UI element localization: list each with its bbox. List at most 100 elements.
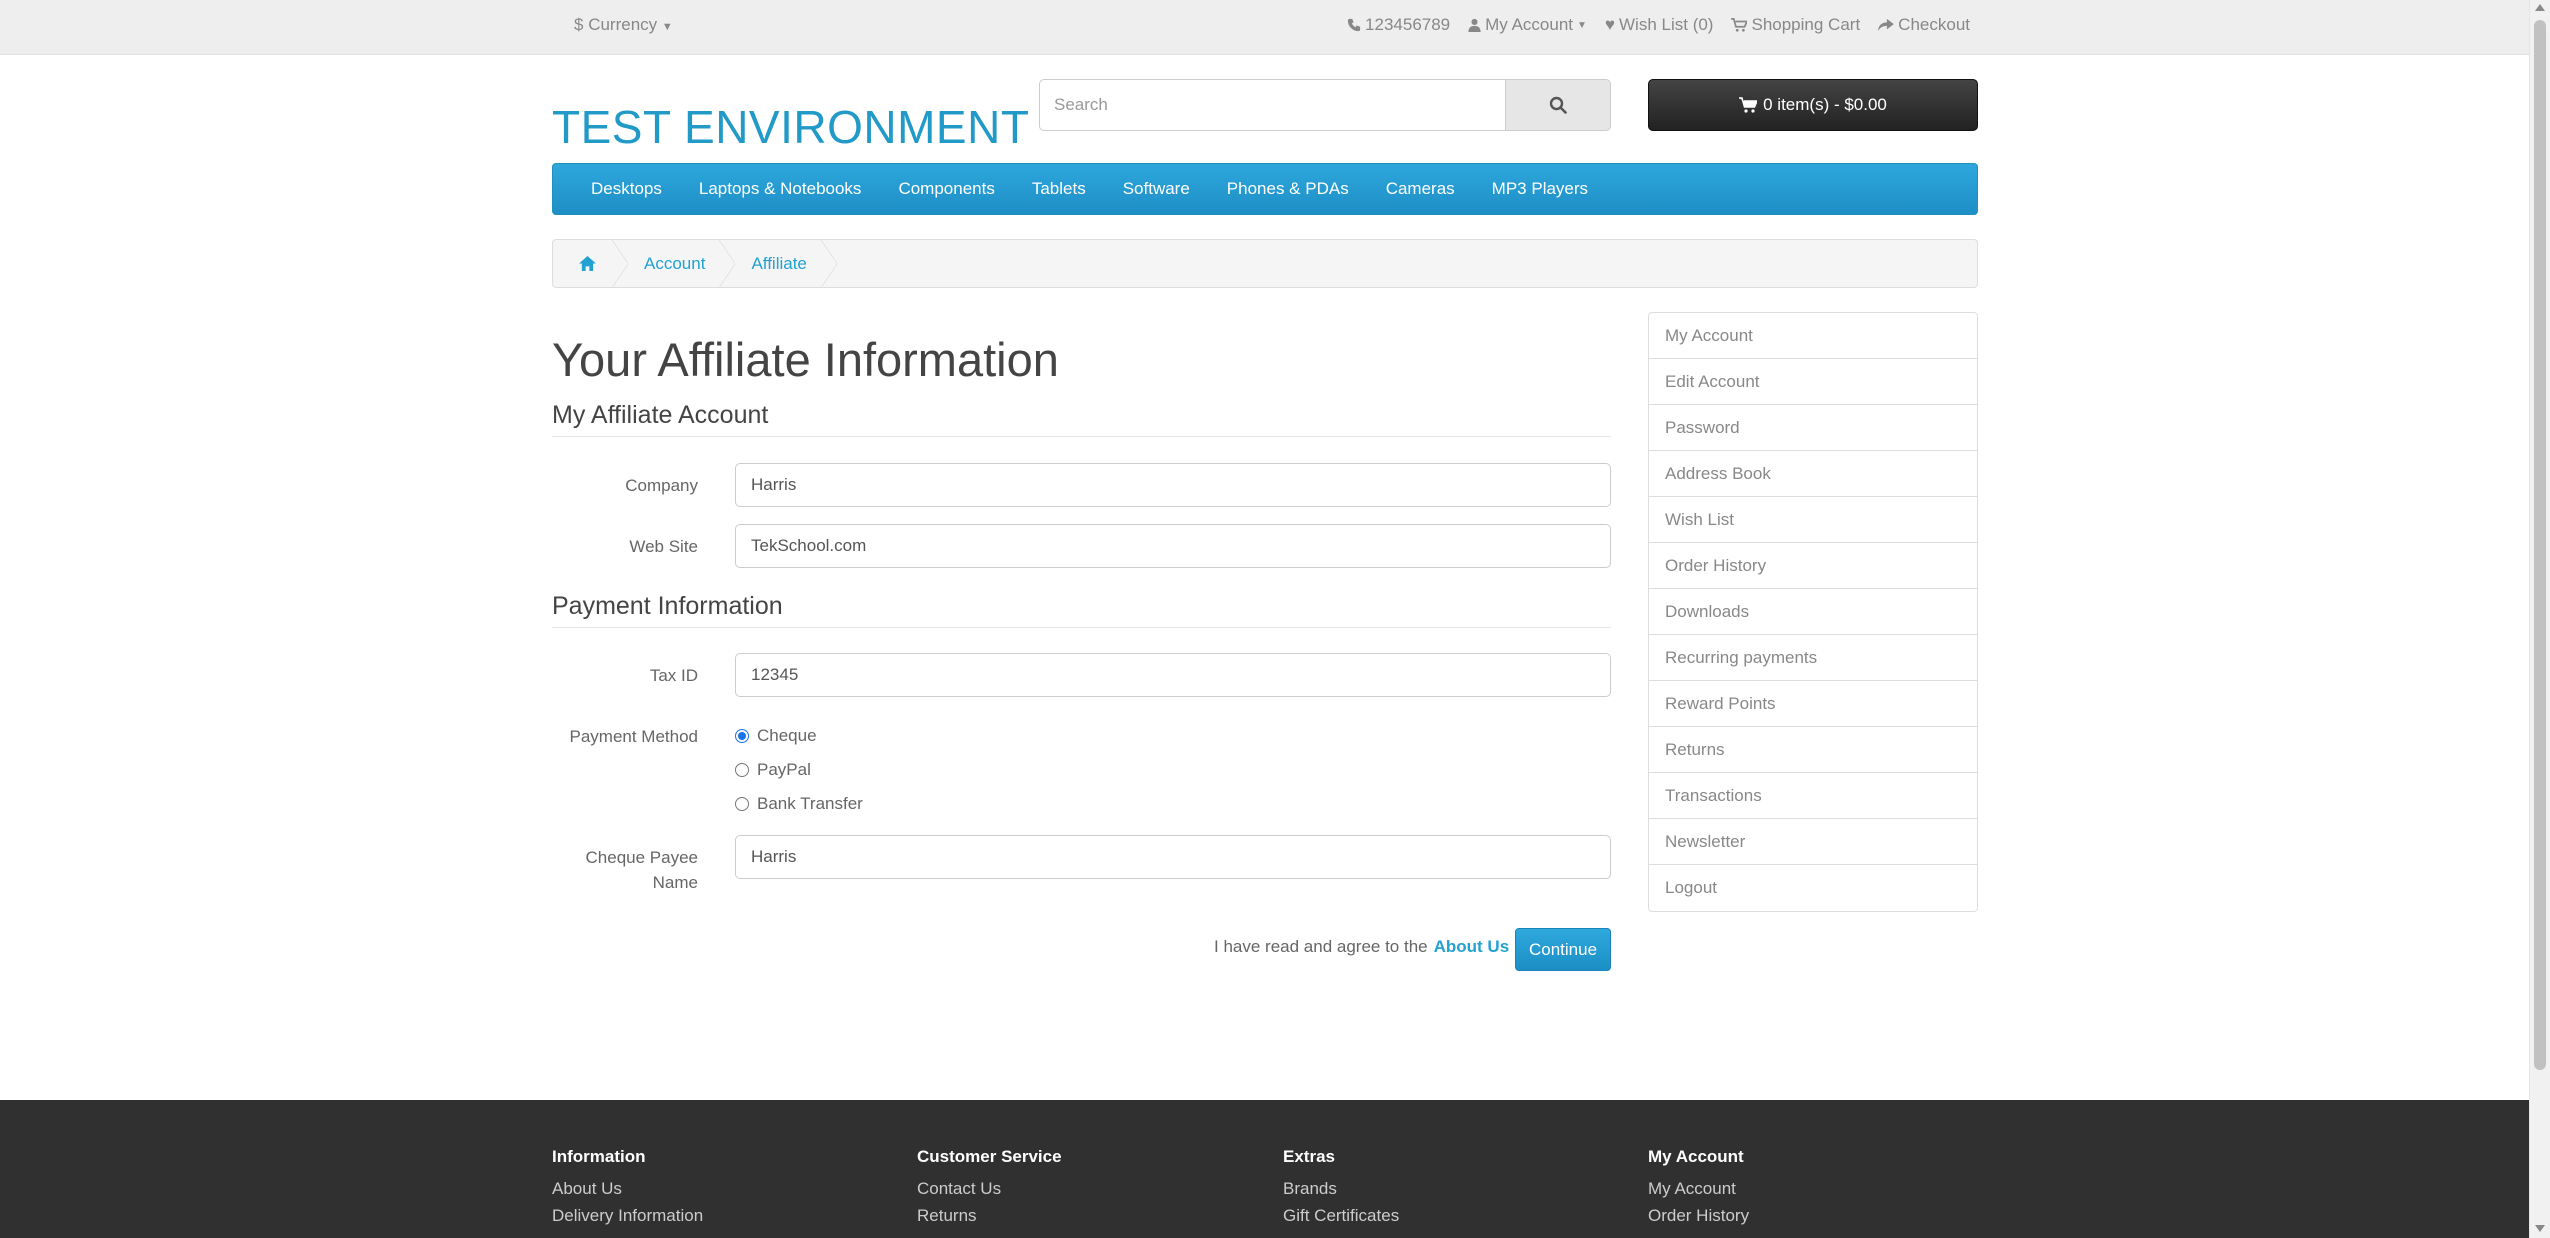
phone-icon <box>1347 18 1361 32</box>
menu-item-desktops[interactable]: Desktops <box>591 179 662 199</box>
menu-item-mp3[interactable]: MP3 Players <box>1492 179 1588 199</box>
menu-item-laptops[interactable]: Laptops & Notebooks <box>699 179 862 199</box>
footer-heading-customer-service: Customer Service <box>917 1147 1062 1166</box>
radio-cheque-label: Cheque <box>757 726 817 745</box>
footer-heading-information: Information <box>552 1147 646 1166</box>
currency-dropdown[interactable]: $ Currency ▼ <box>574 15 673 35</box>
sidebar-item-logout[interactable]: Logout <box>1649 865 1977 911</box>
tax-id-label: Tax ID <box>649 666 698 685</box>
menu-item-phones[interactable]: Phones & PDAs <box>1227 179 1349 199</box>
sidebar-item-downloads[interactable]: Downloads <box>1649 589 1977 635</box>
scrollbar-thumb[interactable] <box>2534 20 2546 1070</box>
section-payment-information: Payment Information <box>552 592 1611 628</box>
currency-symbol: $ <box>574 15 584 34</box>
search-icon <box>1549 96 1567 114</box>
menu-item-components[interactable]: Components <box>898 179 994 199</box>
breadcrumb-home[interactable] <box>553 240 628 287</box>
phone-link[interactable]: 123456789 <box>1347 15 1450 35</box>
footer-link-about-us[interactable]: About Us <box>552 1179 703 1199</box>
continue-button[interactable]: Continue <box>1515 928 1611 971</box>
checkout-label: Checkout <box>1898 15 1970 34</box>
cheque-payee-label-line1: Cheque Payee <box>585 848 698 867</box>
breadcrumb-affiliate[interactable]: Affiliate <box>727 240 838 287</box>
cart-button[interactable]: 0 item(s) - $0.00 <box>1648 79 1978 131</box>
user-icon <box>1468 18 1481 32</box>
search-bar <box>1039 79 1611 131</box>
agree-row: I have read and agree to the About Us <box>1214 937 1533 957</box>
cart-icon <box>1731 18 1748 32</box>
footer-link-returns[interactable]: Returns <box>917 1206 1062 1226</box>
wish-list-link[interactable]: ♥ Wish List (0) <box>1605 15 1714 35</box>
radio-paypal[interactable] <box>735 763 749 777</box>
cart-total: 0 item(s) - $0.00 <box>1763 95 1887 114</box>
footer-col-customer-service: Customer Service Contact Us Returns <box>917 1147 1062 1233</box>
top-bar: $ Currency ▼ 123456789 My Account ▼ ♥ Wi… <box>0 0 2529 55</box>
agree-text: I have read and agree to the <box>1214 937 1428 956</box>
my-account-dropdown[interactable]: My Account ▼ <box>1468 15 1587 35</box>
sidebar-item-reward-points[interactable]: Reward Points <box>1649 681 1977 727</box>
heart-icon: ♥ <box>1604 15 1616 34</box>
payment-method-label: Payment Method <box>569 727 698 746</box>
sidebar-item-password[interactable]: Password <box>1649 405 1977 451</box>
footer-link-my-account[interactable]: My Account <box>1648 1179 1749 1199</box>
section-affiliate-account: My Affiliate Account <box>552 401 1611 437</box>
menu-item-software[interactable]: Software <box>1123 179 1190 199</box>
home-icon <box>579 256 596 271</box>
shopping-cart-link[interactable]: Shopping Cart <box>1731 15 1860 35</box>
cheque-payee-field[interactable]: Harris <box>735 835 1611 879</box>
radio-bank-transfer[interactable] <box>735 797 749 811</box>
sidebar-item-address-book[interactable]: Address Book <box>1649 451 1977 497</box>
shopping-cart-label: Shopping Cart <box>1751 15 1861 34</box>
about-us-link[interactable]: About Us <box>1434 937 1510 957</box>
wish-list-label: Wish List (0) <box>1619 15 1714 34</box>
footer-col-my-account: My Account My Account Order History <box>1648 1147 1749 1233</box>
footer-heading-extras: Extras <box>1283 1147 1335 1166</box>
company-label: Company <box>625 476 698 495</box>
payment-option-cheque[interactable]: Cheque <box>735 726 817 746</box>
scroll-down-arrow-icon[interactable] <box>2535 1225 2545 1232</box>
breadcrumb: Account Affiliate <box>552 239 1978 288</box>
main-menu: Desktops Laptops & Notebooks Components … <box>552 163 1978 215</box>
menu-item-cameras[interactable]: Cameras <box>1386 179 1455 199</box>
page-title: Your Affiliate Information <box>552 333 1059 386</box>
sidebar-item-edit-account[interactable]: Edit Account <box>1649 359 1977 405</box>
sidebar-item-wish-list[interactable]: Wish List <box>1649 497 1977 543</box>
company-field[interactable]: Harris <box>735 463 1611 507</box>
sidebar-item-recurring-payments[interactable]: Recurring payments <box>1649 635 1977 681</box>
caret-down-icon: ▼ <box>1577 19 1587 31</box>
radio-bank-transfer-label: Bank Transfer <box>757 794 863 813</box>
payment-option-paypal[interactable]: PayPal <box>735 760 811 780</box>
sidebar-item-my-account[interactable]: My Account <box>1649 313 1977 359</box>
footer-link-contact-us[interactable]: Contact Us <box>917 1179 1062 1199</box>
share-icon <box>1878 18 1895 32</box>
radio-cheque[interactable] <box>735 729 749 743</box>
footer-heading-my-account: My Account <box>1648 1147 1744 1166</box>
breadcrumb-account[interactable]: Account <box>620 240 736 287</box>
page-scrollbar[interactable] <box>2529 0 2550 1238</box>
footer-link-gift-certificates[interactable]: Gift Certificates <box>1283 1206 1399 1226</box>
cheque-payee-label: Cheque Payee Name <box>523 845 698 895</box>
footer-link-delivery-information[interactable]: Delivery Information <box>552 1206 703 1226</box>
sidebar-item-newsletter[interactable]: Newsletter <box>1649 819 1977 865</box>
sidebar-item-returns[interactable]: Returns <box>1649 727 1977 773</box>
radio-paypal-label: PayPal <box>757 760 811 779</box>
website-label: Web Site <box>629 537 698 556</box>
site-logo[interactable]: TEST ENVIRONMENT <box>552 100 1029 154</box>
search-button[interactable] <box>1506 79 1611 131</box>
tax-id-field[interactable]: 12345 <box>735 653 1611 697</box>
scroll-up-arrow-icon[interactable] <box>2535 4 2545 11</box>
phone-number: 123456789 <box>1365 15 1451 34</box>
website-field[interactable]: TekSchool.com <box>735 524 1611 568</box>
sidebar-item-transactions[interactable]: Transactions <box>1649 773 1977 819</box>
search-input[interactable] <box>1039 79 1506 131</box>
footer-link-order-history[interactable]: Order History <box>1648 1206 1749 1226</box>
menu-item-tablets[interactable]: Tablets <box>1032 179 1086 199</box>
footer <box>0 1100 2529 1238</box>
payment-option-bank-transfer[interactable]: Bank Transfer <box>735 794 863 814</box>
cheque-payee-label-line2: Name <box>652 873 698 892</box>
footer-link-brands[interactable]: Brands <box>1283 1179 1399 1199</box>
checkout-link[interactable]: Checkout <box>1878 15 1970 35</box>
cart-icon <box>1739 97 1758 113</box>
sidebar-item-order-history[interactable]: Order History <box>1649 543 1977 589</box>
caret-down-icon: ▼ <box>661 21 673 33</box>
